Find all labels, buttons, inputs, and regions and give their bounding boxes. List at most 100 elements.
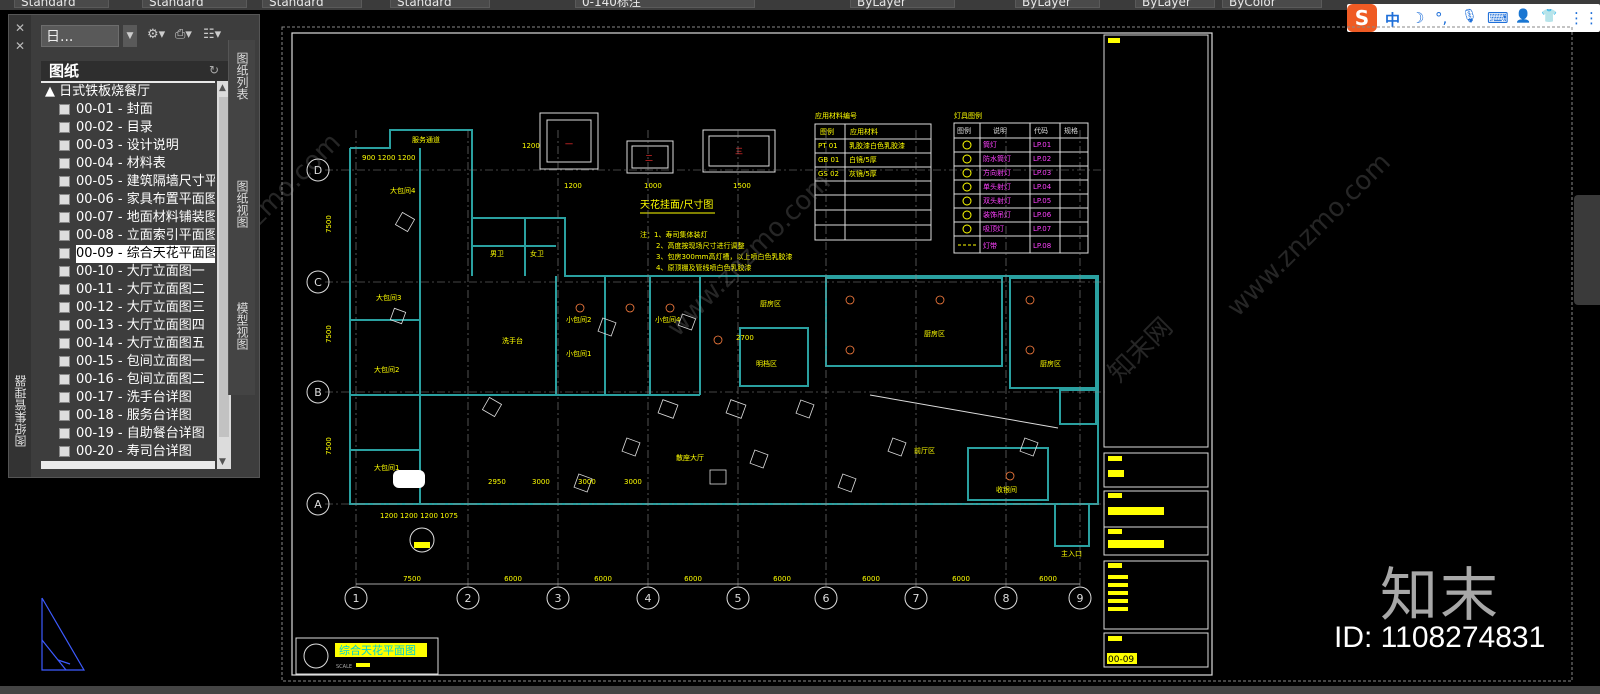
svg-text:6000: 6000 — [684, 575, 702, 583]
svg-text:小包间1: 小包间1 — [566, 349, 591, 358]
sheet-item[interactable]: 00-11 - 大厅立面图二 — [41, 281, 215, 299]
svg-text:单头射灯: 单头射灯 — [983, 182, 1011, 191]
color-field[interactable]: ByLayer — [850, 0, 955, 9]
sheet-icon — [59, 356, 70, 367]
close-icon-secondary[interactable]: ✕ — [15, 39, 25, 53]
sheet-title: 综合天花平面图 — [339, 643, 416, 657]
svg-text:装饰吊灯: 装饰吊灯 — [983, 210, 1011, 219]
svg-text:白镜/5厚: 白镜/5厚 — [849, 155, 877, 164]
tab-model-views[interactable]: 模型视图 — [233, 302, 251, 350]
sheet-set-combo[interactable]: 日... — [41, 25, 119, 47]
sheet-item[interactable]: 00-20 - 寿司台详图 — [41, 443, 215, 461]
svg-text:LP.01: LP.01 — [1033, 141, 1051, 149]
chevron-down-icon[interactable]: ▼ — [123, 25, 137, 47]
light-legend-table — [953, 122, 1089, 254]
sheet-set-root[interactable]: ▲ 日式铁板烧餐厅 — [41, 83, 215, 101]
brand-logo: 知末 — [1380, 561, 1501, 629]
sheet-icon — [59, 104, 70, 115]
right-side-panel-handle[interactable] — [1574, 195, 1600, 305]
svg-text:1500: 1500 — [733, 182, 751, 190]
svg-text:6000: 6000 — [594, 575, 612, 583]
publish-icon[interactable]: ⚙▾ — [147, 27, 165, 42]
sheet-item[interactable]: 00-08 - 立面索引平面图 — [41, 227, 215, 245]
sheet-item[interactable]: 00-17 - 洗手台详图 — [41, 389, 215, 407]
ramp-line — [869, 394, 1059, 429]
svg-text:大包间4: 大包间4 — [390, 186, 416, 195]
svg-text:洗手台: 洗手台 — [502, 336, 523, 345]
close-icon[interactable]: ✕ — [15, 21, 25, 35]
sheet-icon — [59, 392, 70, 403]
layer-field[interactable]: 0-140标注 — [575, 0, 755, 9]
svg-text:散座大厅: 散座大厅 — [676, 453, 704, 462]
svg-text:女卫: 女卫 — [530, 249, 544, 258]
plot-icon[interactable]: ⎙▾ — [175, 27, 192, 42]
svg-text:1200: 1200 — [522, 142, 540, 150]
text-style-field[interactable]: Standard — [14, 0, 109, 9]
svg-text:A: A — [314, 498, 322, 511]
detail-label-3: 三 — [735, 147, 743, 156]
scale-label: SCALE — [336, 664, 352, 670]
sheet-tree[interactable]: ▲ 日式铁板烧餐厅 00-01 - 封面 00-02 - 目录 00-03 - … — [41, 81, 215, 469]
linetype-field[interactable]: ByLayer — [1015, 0, 1100, 9]
plotstyle-field[interactable]: ByColor — [1222, 0, 1322, 9]
palette-title-strip[interactable]: ✕ ✕ 图纸集管理器 — [9, 15, 31, 477]
sheet-icon — [59, 140, 70, 151]
dim-style-field[interactable]: Standard — [142, 0, 247, 9]
svg-text:厨房区: 厨房区 — [924, 329, 945, 338]
sheet-item[interactable]: 00-05 - 建筑隔墙尺寸平面图 — [41, 173, 215, 191]
tab-sheet-views[interactable]: 图纸视图 — [233, 180, 251, 228]
detail-label-1: 一 — [565, 140, 573, 149]
sheets-header: 图纸 — [41, 61, 231, 81]
tools-icon[interactable]: ☷▾ — [203, 27, 221, 42]
svg-text:应用材料: 应用材料 — [850, 127, 878, 136]
svg-text:说明: 说明 — [993, 126, 1007, 135]
svg-text:乳胶漆白色乳胶漆: 乳胶漆白色乳胶漆 — [849, 141, 905, 150]
svg-text:B: B — [314, 386, 322, 399]
palette-body: 日... ▼ ⚙▾ ⎙▾ ☷▾ 图纸 ↻ ▲ 日式铁板烧餐厅 00-01 - 封… — [33, 21, 231, 473]
svg-text:9: 9 — [1077, 592, 1084, 605]
sheet-icon — [59, 302, 70, 313]
svg-text:1: 1 — [353, 592, 360, 605]
sheet-item[interactable]: 00-19 - 自助餐台详图 — [41, 425, 215, 443]
sheet-item[interactable]: 00-12 - 大厅立面图三 — [41, 299, 215, 317]
svg-text:注：1、寿司集体装灯: 注：1、寿司集体装灯 — [640, 230, 707, 239]
svg-text:主入口: 主入口 — [1061, 549, 1082, 558]
sheet-item[interactable]: 00-15 - 包间立面图一 — [41, 353, 215, 371]
sheet-item[interactable]: 00-16 - 包间立面图二 — [41, 371, 215, 389]
sheet-icon — [59, 284, 70, 295]
sheet-item[interactable]: 00-04 - 材料表 — [41, 155, 215, 173]
sheet-item[interactable]: 00-06 - 家具布置平面图 — [41, 191, 215, 209]
table-style-field[interactable]: Standard — [262, 0, 362, 9]
svg-text:C: C — [314, 276, 322, 289]
sheet-icon — [59, 194, 70, 205]
svg-text:7: 7 — [913, 592, 920, 605]
sheet-item[interactable]: 00-01 - 封面 — [41, 101, 215, 119]
sheet-item[interactable]: 00-03 - 设计说明 — [41, 137, 215, 155]
tab-sheet-list[interactable]: 图纸列表 — [233, 52, 251, 100]
scroll-up-icon[interactable]: ▲ — [219, 83, 226, 93]
svg-text:灰镜/5厚: 灰镜/5厚 — [849, 169, 877, 178]
sheet-item[interactable]: 00-07 - 地面材料铺装图 — [41, 209, 215, 227]
svg-text:前厅区: 前厅区 — [914, 446, 935, 455]
sheet-item[interactable]: 00-13 - 大厅立面图四 — [41, 317, 215, 335]
scroll-down-icon[interactable]: ▼ — [219, 457, 226, 467]
svg-text:7500: 7500 — [325, 325, 333, 343]
svg-text:3000: 3000 — [532, 478, 550, 486]
lineweight-field[interactable]: ByLayer — [1135, 0, 1215, 9]
sheet-item[interactable]: 00-18 - 服务台详图 — [41, 407, 215, 425]
ucs-icon — [41, 597, 86, 671]
sheet-item[interactable]: 00-02 - 目录 — [41, 119, 215, 137]
multileader-style-field[interactable]: Standard — [390, 0, 490, 9]
sheet-icon — [59, 266, 70, 277]
axis-letter-text: D C B A — [314, 164, 322, 511]
sheet-item[interactable]: 00-14 - 大厅立面图五 — [41, 335, 215, 353]
svg-text:6: 6 — [823, 592, 830, 605]
sheet-item[interactable]: 00-10 - 大厅立面图一 — [41, 263, 215, 281]
svg-text:LP.05: LP.05 — [1033, 197, 1051, 205]
sheet-set-manager-palette[interactable]: ✕ ✕ 图纸集管理器 日... ▼ ⚙▾ ⎙▾ ☷▾ 图纸 ↻ ▲ 日式铁板烧餐… — [8, 14, 260, 478]
svg-text:防水筒灯: 防水筒灯 — [983, 154, 1011, 163]
sheet-item-selected[interactable]: 00-09 - 综合天花平面图 — [41, 245, 215, 263]
svg-text:6000: 6000 — [862, 575, 880, 583]
refresh-icon[interactable]: ↻ — [209, 63, 219, 77]
svg-text:大包间2: 大包间2 — [374, 365, 399, 374]
